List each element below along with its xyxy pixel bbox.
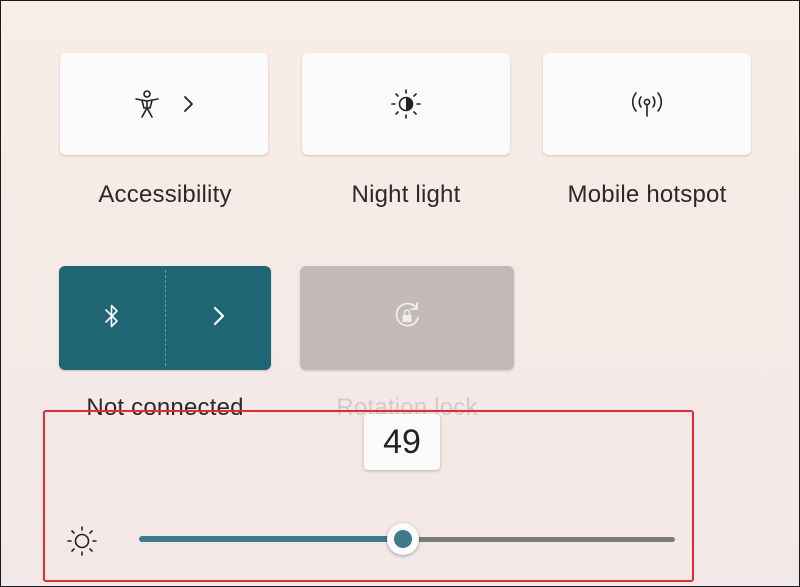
chevron-right-icon[interactable]	[182, 94, 196, 114]
brightness-slider-track[interactable]	[403, 537, 675, 542]
bluetooth-expand-button[interactable]	[166, 266, 271, 370]
night-light-tile[interactable]	[302, 53, 510, 155]
rotation-lock-icon	[390, 299, 424, 338]
night-light-label: Night light	[351, 181, 461, 208]
mobile-hotspot-label: Mobile hotspot	[567, 181, 727, 208]
hotspot-icon	[629, 89, 665, 119]
bluetooth-icon	[102, 301, 122, 336]
bluetooth-toggle[interactable]	[59, 266, 165, 370]
accessibility-tile[interactable]	[60, 53, 268, 155]
night-light-icon	[389, 87, 423, 121]
bluetooth-status-label: Not connected	[86, 394, 244, 421]
brightness-value-tooltip: 49	[364, 414, 440, 470]
mobile-hotspot-tile[interactable]	[543, 53, 751, 155]
rotation-lock-tile[interactable]	[300, 266, 514, 370]
brightness-slider-thumb[interactable]	[387, 523, 419, 555]
accessibility-icon	[132, 89, 162, 119]
sun-icon	[65, 524, 99, 563]
slider-thumb-dot	[394, 530, 412, 548]
quick-settings-panel: Accessibility Night light Mobile hotspot…	[0, 0, 800, 587]
accessibility-label: Accessibility	[98, 181, 232, 208]
bluetooth-tile[interactable]	[59, 266, 271, 370]
brightness-slider-fill[interactable]	[139, 536, 403, 542]
chevron-right-icon	[211, 304, 227, 333]
